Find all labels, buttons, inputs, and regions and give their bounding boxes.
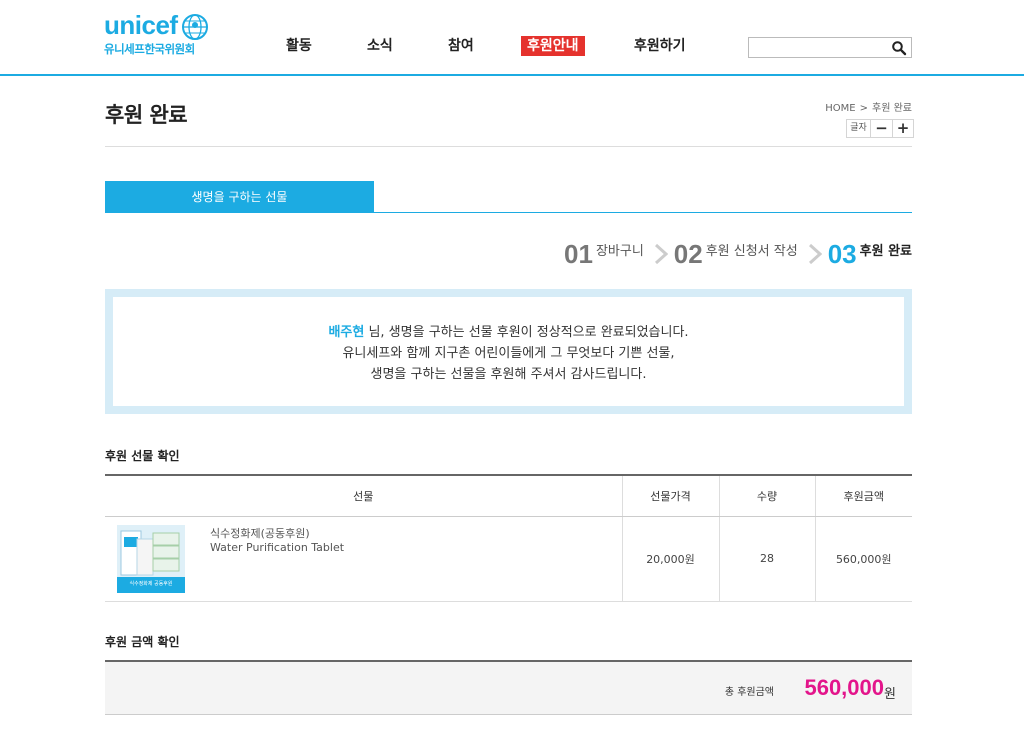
nav-item-activity[interactable]: 활동 [286, 36, 312, 56]
nav-item-donate[interactable]: 후원하기 [634, 36, 686, 56]
step-label: 후원 완료 [859, 244, 912, 259]
breadcrumb: HOME > 후원 완료 [825, 99, 912, 114]
search-input[interactable] [753, 40, 883, 55]
donor-name: 배주현 [328, 325, 365, 340]
unicef-globe-icon [182, 14, 208, 40]
gift-qty: 28 [718, 516, 815, 602]
chevron-right-icon [808, 243, 822, 265]
column-header-gift: 선물 [105, 475, 622, 517]
message-line-1: 배주현 님, 생명을 구하는 선물 후원이 정상적으로 완료되었습니다. [113, 322, 904, 343]
gift-name: 식수정화제(공동후원) Water Purification Tablet [210, 527, 344, 555]
step-2: 02 후원 신청서 작성 [674, 236, 798, 272]
font-increase-button[interactable]: + [892, 120, 913, 137]
table-header-row: 선물 선물가격 수량 후원금액 [105, 475, 912, 517]
completion-message: 배주현 님, 생명을 구하는 선물 후원이 정상적으로 완료되었습니다. 유니세… [113, 297, 904, 406]
message-line-3: 생명을 구하는 선물을 후원해 주셔서 감사드립니다. [370, 367, 647, 382]
logo-subtitle: 유니세프한국위원회 [104, 42, 195, 56]
gift-section-title: 후원 선물 확인 [105, 449, 180, 463]
search-icon[interactable] [891, 40, 907, 56]
gift-table: 선물 선물가격 수량 후원금액 식수정화제 공동후원 식수정화제(공동후원) W… [105, 474, 912, 602]
page-title: 후원 완료 [105, 103, 188, 127]
font-size-label: 글자 [847, 120, 871, 137]
breadcrumb-current: 후원 완료 [872, 103, 912, 114]
step-label: 후원 신청서 작성 [705, 244, 798, 259]
column-header-price: 선물가격 [621, 475, 719, 517]
total-amount: 560,000 [804, 675, 884, 700]
progress-steps: 01 장바구니 02 후원 신청서 작성 03 후원 완료 [564, 236, 912, 272]
total-unit: 원 [884, 687, 896, 702]
step-number: 01 [564, 239, 593, 269]
message-line-1-text: 님, 생명을 구하는 선물 후원이 정상적으로 완료되었습니다. [364, 325, 689, 340]
total-section-title: 후원 금액 확인 [105, 635, 180, 649]
table-row: 식수정화제 공동후원 식수정화제(공동후원) Water Purificatio… [105, 516, 912, 602]
step-number: 02 [673, 239, 703, 269]
nav-item-participate[interactable]: 참여 [448, 36, 474, 56]
step-label: 장바구니 [595, 244, 644, 259]
gift-thumbnail[interactable]: 식수정화제 공동후원 [117, 524, 185, 593]
nav-item-donation-guide[interactable]: 후원안내 [521, 36, 585, 56]
unicef-logo[interactable]: unicef 유니세프한국위원회 [104, 11, 224, 61]
step-1: 01 장바구니 [564, 236, 644, 272]
thumbnail-caption: 식수정화제 공동후원 [129, 580, 173, 587]
chevron-right-icon [654, 243, 668, 265]
column-header-qty: 수량 [718, 475, 815, 517]
gift-amount: 560,000원 [814, 516, 912, 602]
gift-name-ko: 식수정화제(공동후원) [210, 526, 310, 540]
breadcrumb-home[interactable]: HOME [825, 103, 855, 114]
column-header-amount: 후원금액 [814, 475, 912, 517]
total-box: 총 후원금액 560,000 원 [105, 660, 912, 715]
completion-message-box: 배주현 님, 생명을 구하는 선물 후원이 정상적으로 완료되었습니다. 유니세… [105, 289, 912, 414]
nav-item-news[interactable]: 소식 [367, 36, 393, 56]
site-header: unicef 유니세프한국위원회 활동 소식 참여 후원안내 후원하기 [0, 0, 1024, 76]
logo-wordmark: unicef [104, 10, 178, 40]
gift-name-en: Water Purification Tablet [210, 540, 345, 554]
font-decrease-button[interactable]: − [871, 120, 892, 137]
tab-life-saving-gift[interactable]: 생명을 구하는 선물 [105, 181, 374, 213]
message-line-2: 유니세프와 함께 지구촌 어린이들에게 그 무엇보다 기쁜 선물, [342, 346, 675, 361]
total-label: 총 후원금액 [724, 687, 774, 698]
font-size-control: 글자 − + [846, 119, 914, 138]
search-box [748, 37, 912, 58]
gift-price: 20,000원 [621, 516, 719, 602]
step-number: 03 [827, 239, 857, 269]
tab-bar: 생명을 구하는 선물 [105, 181, 912, 213]
chevron-right-icon: > [859, 103, 869, 114]
step-3: 03 후원 완료 [828, 236, 912, 272]
divider [105, 146, 912, 147]
gift-cell: 식수정화제 공동후원 식수정화제(공동후원) Water Purificatio… [105, 516, 622, 602]
